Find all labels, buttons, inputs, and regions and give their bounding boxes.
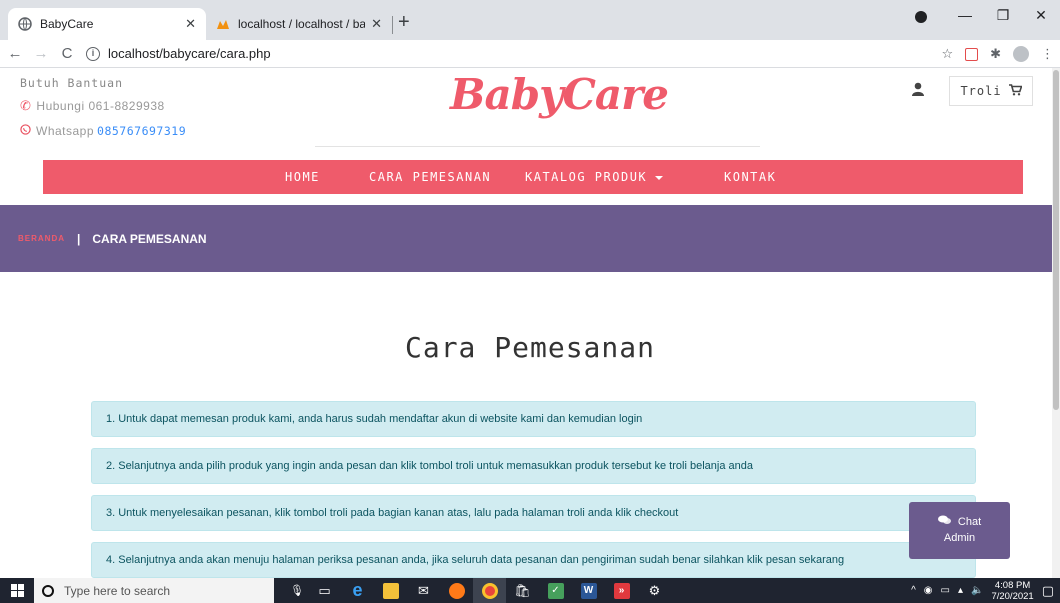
breadcrumb-current: CARA PEMESANAN — [92, 231, 207, 246]
taskbar-search-box[interactable]: Type here to search — [34, 578, 274, 603]
breadcrumb-home-link[interactable]: BERANDA — [18, 234, 65, 243]
mail-icon[interactable]: ✉ — [407, 578, 440, 603]
reload-icon[interactable]: C — [56, 45, 78, 62]
tab-search-icon[interactable] — [915, 11, 927, 23]
whatsapp-label: Whatsapp — [36, 124, 95, 138]
phone-label: Hubungi 061-8829938 — [36, 99, 165, 113]
tab-phpmyadmin[interactable]: localhost / localhost / babycare / ✕ — [206, 8, 392, 40]
back-arrow-icon[interactable]: ← — [4, 45, 26, 62]
cart-icon — [1008, 83, 1023, 99]
user-icon[interactable] — [912, 82, 924, 96]
nav-katalog-produk[interactable]: KATALOG PRODUK — [525, 160, 664, 194]
firefox-icon[interactable] — [440, 578, 473, 603]
tab-babycare[interactable]: BabyCare ✕ — [8, 8, 206, 40]
url-text: localhost/babycare/cara.php — [108, 46, 271, 61]
chat-bubble-icon — [937, 515, 954, 528]
window-controls: — ❐ ✕ — [946, 0, 1060, 30]
tray-chevron-icon[interactable]: ^ — [911, 585, 916, 596]
browser-toolbar: ← → C i localhost/babycare/cara.php ☆ ✱ … — [0, 40, 1060, 68]
microphone-icon[interactable]: 🎙 — [286, 578, 308, 603]
whatsapp-line: Whatsapp 085767697319 — [20, 124, 186, 138]
tray-circle-icon[interactable]: ◉ — [924, 585, 933, 596]
profile-avatar-icon[interactable] — [1013, 46, 1029, 62]
address-bar[interactable]: i localhost/babycare/cara.php — [86, 46, 271, 61]
star-icon[interactable]: ☆ — [941, 46, 953, 62]
taskbar-apps: 🎙 ▭ e ✉ 🛍 ✓ W » ⚙ — [290, 578, 671, 603]
caret-down-icon — [655, 175, 664, 180]
cortana-icon — [42, 584, 54, 597]
photos-icon[interactable]: ✓ — [539, 578, 572, 603]
tab-title: localhost / localhost / babycare / — [238, 17, 366, 31]
chat-admin-button[interactable]: Chat Admin — [909, 502, 1010, 559]
forward-arrow-icon[interactable]: → — [30, 45, 52, 62]
page-content: Butuh Bantuan ✆ Hubungi 061-8829938 What… — [0, 68, 1060, 578]
close-window-icon[interactable]: ✕ — [1022, 7, 1060, 24]
settings-gear-icon[interactable]: ⚙ — [638, 578, 671, 603]
close-tab-icon[interactable]: ✕ — [185, 16, 196, 32]
page-title: Cara Pemesanan — [404, 331, 655, 364]
volume-icon[interactable]: 🔈 — [971, 585, 983, 596]
nav-katalog-label: KATALOG PRODUK — [525, 170, 648, 184]
tab-separator — [392, 16, 393, 34]
site-logo[interactable]: BabyCare — [450, 70, 669, 119]
close-tab-icon[interactable]: ✕ — [371, 16, 382, 32]
help-title: Butuh Bantuan — [20, 76, 124, 90]
step-item: 3. Untuk menyelesaikan pesanan, klik tom… — [91, 495, 976, 531]
puzzle-icon[interactable]: ✱ — [990, 46, 1001, 62]
taskbar-clock[interactable]: 4:08 PM 7/20/2021 — [991, 580, 1033, 602]
info-icon[interactable]: i — [86, 46, 100, 61]
minimize-icon[interactable]: — — [946, 7, 984, 23]
task-view-icon[interactable]: ▭ — [308, 578, 341, 603]
nav-kontak[interactable]: KONTAK — [724, 160, 776, 194]
cart-button[interactable]: Troli — [949, 76, 1033, 106]
edge-icon[interactable]: e — [341, 578, 374, 603]
phone-icon: ✆ — [20, 98, 32, 113]
scrollbar-thumb[interactable] — [1053, 70, 1059, 410]
battery-icon[interactable]: ▭ — [941, 585, 950, 596]
clock-time: 4:08 PM — [994, 579, 1031, 591]
windows-logo-icon — [10, 584, 24, 597]
main-navbar: HOME CARA PEMESANAN KATALOG PRODUK KONTA… — [43, 160, 1023, 194]
whatsapp-number-link[interactable]: 085767697319 — [97, 124, 186, 138]
system-tray: ^ ◉ ▭ ▴ 🔈 4:08 PM 7/20/2021 ▢ — [911, 578, 1054, 603]
step-item: 4. Selanjutnya anda akan menuju halaman … — [91, 542, 976, 578]
browser-tabstrip: BabyCare ✕ localhost / localhost / babyc… — [0, 0, 1060, 40]
phone-line: ✆ Hubungi 061-8829938 — [20, 98, 186, 114]
chat-line2: Admin — [943, 532, 976, 544]
page-scrollbar[interactable] — [1052, 68, 1060, 578]
clock-date: 7/20/2021 — [991, 590, 1034, 602]
restore-icon[interactable]: ❐ — [984, 7, 1022, 24]
chat-line1: Chat — [909, 514, 1010, 530]
file-explorer-icon[interactable] — [374, 578, 407, 603]
globe-icon — [18, 17, 32, 31]
whatsapp-icon — [20, 124, 31, 138]
tab-title: BabyCare — [40, 17, 94, 31]
toolbar-actions: ☆ ✱ ⋮ — [941, 46, 1054, 62]
extension-icon[interactable] — [965, 47, 979, 61]
logo-divider — [315, 146, 760, 147]
breadcrumb-separator: | — [77, 231, 81, 246]
app-red-icon[interactable]: » — [605, 578, 638, 603]
store-icon[interactable]: 🛍 — [506, 578, 539, 603]
notification-icon[interactable]: ▢ — [1042, 583, 1054, 599]
chrome-icon[interactable] — [473, 578, 506, 603]
breadcrumb: BERANDA | CARA PEMESANAN — [0, 205, 1060, 272]
help-block: Butuh Bantuan ✆ Hubungi 061-8829938 What… — [20, 76, 186, 138]
windows-start-button[interactable] — [0, 578, 34, 603]
windows-taskbar: Type here to search 🎙 ▭ e ✉ 🛍 ✓ W » ⚙ ^ … — [0, 578, 1060, 603]
nav-home[interactable]: HOME — [285, 160, 320, 194]
nav-cara-pemesanan[interactable]: CARA PEMESANAN — [369, 160, 491, 194]
phpmyadmin-icon — [216, 17, 230, 31]
menu-dots-icon[interactable]: ⋮ — [1041, 46, 1054, 62]
step-item: 2. Selanjutnya anda pilih produk yang in… — [91, 448, 976, 484]
cart-label: Troli — [960, 84, 1002, 98]
word-icon[interactable]: W — [572, 578, 605, 603]
step-item: 1. Untuk dapat memesan produk kami, anda… — [91, 401, 976, 437]
new-tab-icon[interactable]: + — [398, 11, 410, 34]
network-icon[interactable]: ▴ — [958, 585, 963, 596]
search-placeholder: Type here to search — [64, 583, 171, 598]
